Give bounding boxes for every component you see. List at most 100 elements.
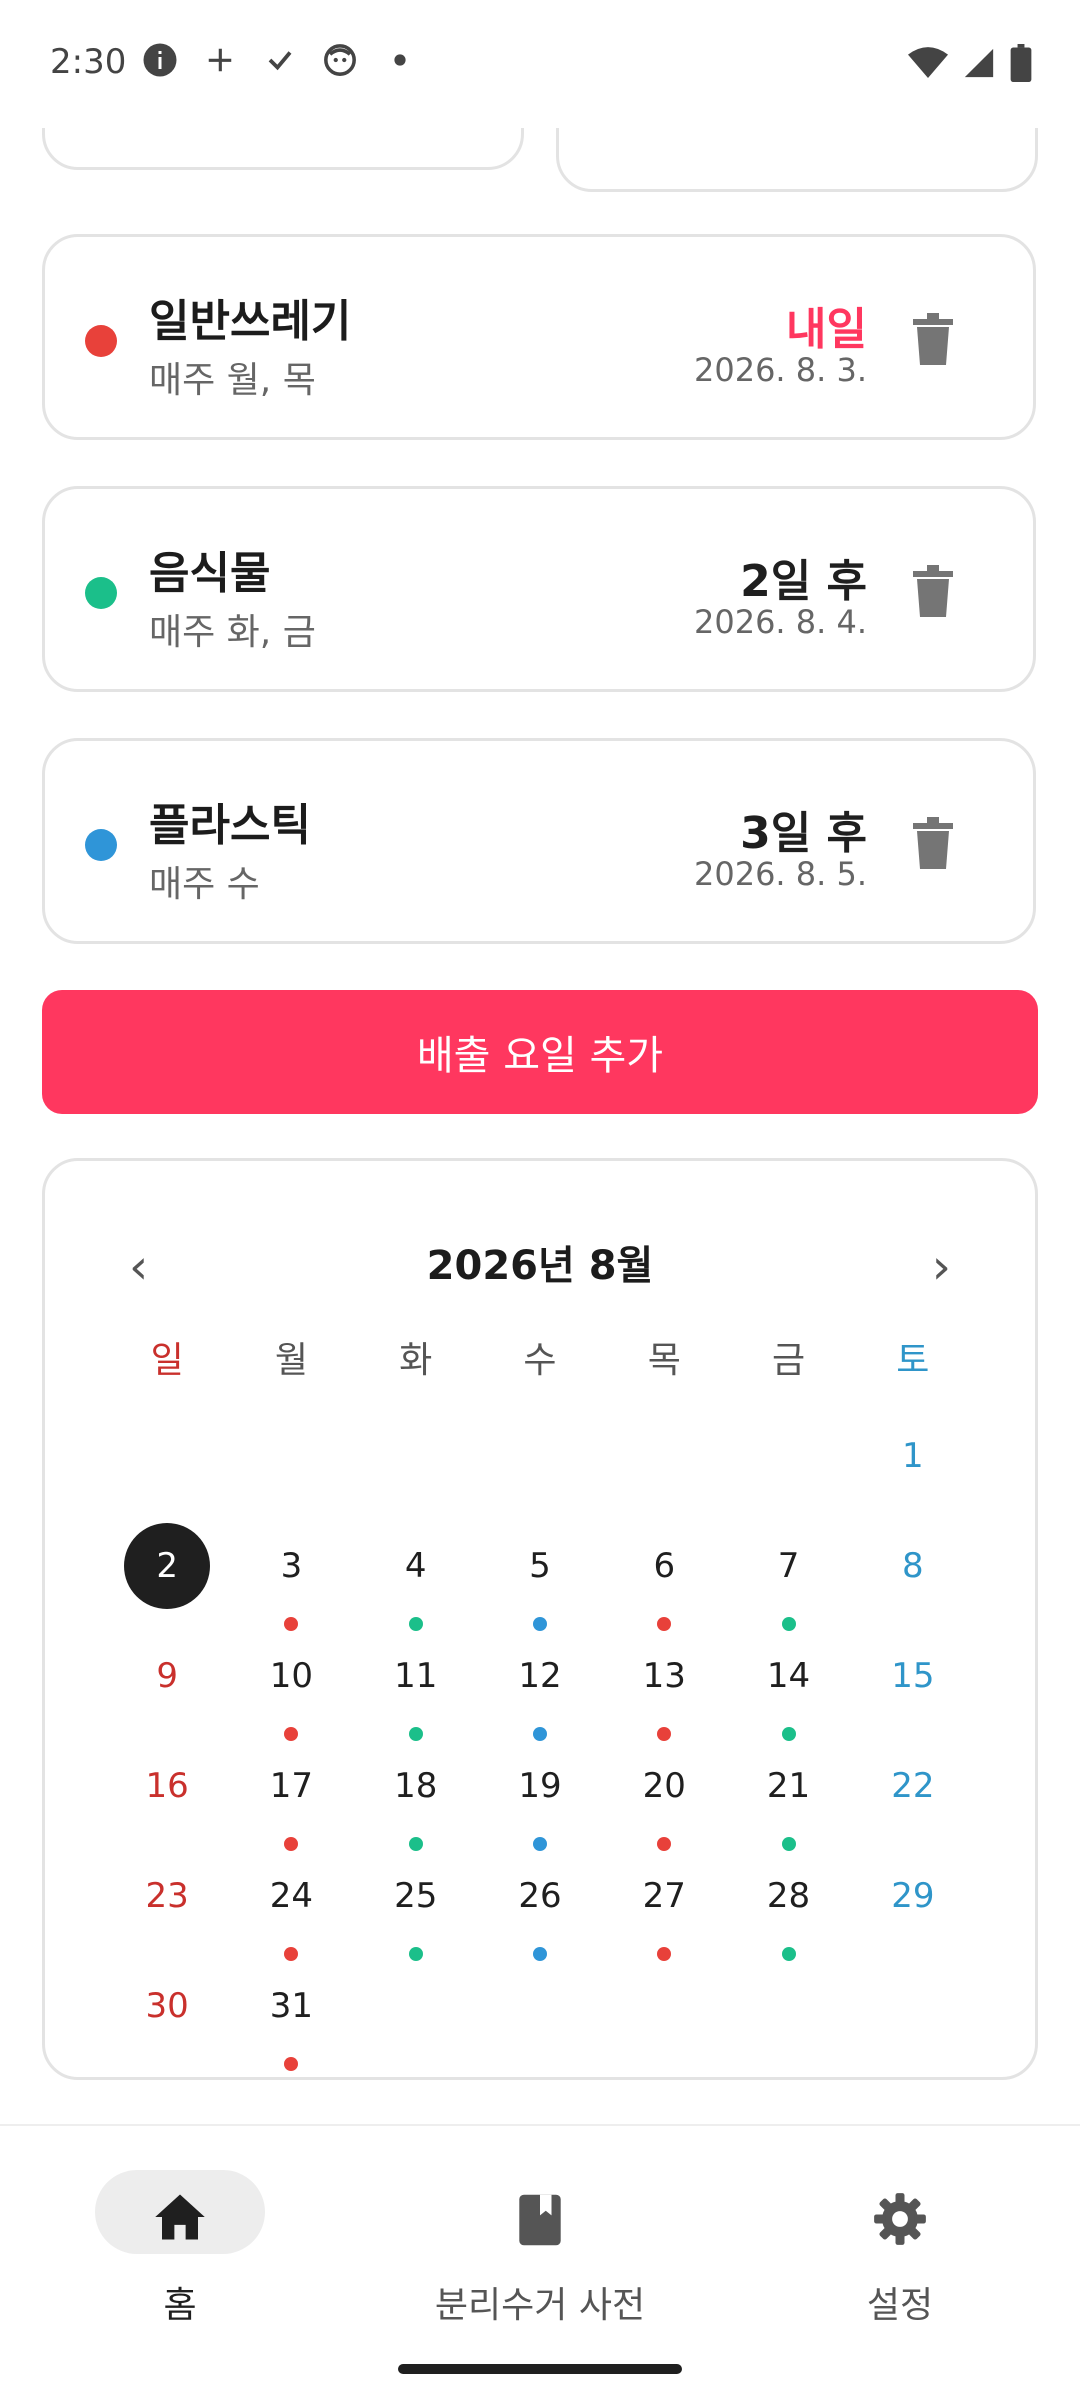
calendar-day[interactable]: 6 — [602, 1513, 726, 1631]
calendar-day[interactable]: 8 — [851, 1513, 975, 1623]
calendar-day[interactable]: 21 — [726, 1733, 850, 1851]
calendar-day-number: 31 — [269, 1986, 314, 2026]
calendar-day[interactable]: 19 — [478, 1733, 602, 1851]
schedule-due: 3일 후 — [740, 808, 867, 859]
calendar-day[interactable]: 4 — [354, 1513, 478, 1631]
calendar-day[interactable]: 10 — [229, 1623, 353, 1741]
signal-icon — [962, 46, 996, 84]
calendar-day[interactable]: 18 — [354, 1733, 478, 1851]
schedule-name: 음식물 — [149, 548, 271, 599]
collection-marker-dot — [408, 1947, 423, 1961]
calendar-day-number: 20 — [642, 1766, 686, 1806]
battery-icon — [1010, 44, 1032, 86]
calendar-day-number: 8 — [902, 1546, 924, 1586]
calendar-day[interactable]: 17 — [229, 1733, 353, 1851]
calendar-day-number: 4 — [404, 1546, 427, 1586]
calendar-empty-cell — [602, 1403, 726, 1513]
nav-settings-label: 설정 — [866, 2285, 934, 2326]
collection-marker-dot — [657, 1947, 672, 1961]
calendar-day-number: 24 — [269, 1876, 314, 1916]
calendar-day[interactable]: 25 — [354, 1843, 478, 1961]
calendar-day-number: 1 — [902, 1436, 924, 1476]
calendar-day-number: 22 — [891, 1766, 935, 1806]
trash-icon[interactable] — [913, 565, 953, 617]
calendar-day[interactable]: 31 — [229, 1953, 353, 2071]
calendar-day[interactable]: 27 — [602, 1843, 726, 1961]
calendar-day-number: 23 — [145, 1876, 189, 1916]
calendar-day-number: 13 — [642, 1656, 686, 1696]
schedule-name: 일반쓰레기 — [149, 296, 352, 347]
schedule-name: 플라스틱 — [149, 800, 311, 851]
calendar-day[interactable]: 30 — [105, 1953, 229, 2063]
calendar-day-number: 7 — [777, 1546, 800, 1586]
calendar-day-number: 16 — [145, 1766, 189, 1806]
category-color-dot — [85, 829, 117, 861]
calendar-empty-cell — [354, 1403, 478, 1513]
calendar-day-number: 21 — [766, 1766, 811, 1806]
schedule-days: 매주 월, 목 — [149, 360, 316, 401]
book-icon — [519, 2194, 561, 2246]
schedule-due: 2일 후 — [740, 556, 867, 607]
calendar: ‹ 2026년 8월 › 일 월 화 수 목 금 토 1 2 3 4 5 6 7 8 9 10 11… — [42, 1158, 1038, 2080]
nav-dictionary[interactable]: 분리수거 사전 — [360, 2146, 720, 2346]
status-bar: 2:30 — [0, 0, 1080, 130]
calendar-day-number: 27 — [642, 1876, 686, 1916]
schedule-due: 내일 — [786, 304, 867, 355]
calendar-day-number: 14 — [766, 1656, 811, 1696]
calendar-day-number: 10 — [269, 1656, 314, 1696]
calendar-day[interactable]: 24 — [229, 1843, 353, 1961]
calendar-day-number: 18 — [394, 1766, 438, 1806]
add-schedule-button[interactable]: 배출 요일 추가 — [42, 990, 1038, 1114]
weekday-header: 일 월 화 수 목 금 토 — [105, 1331, 975, 1383]
calendar-day[interactable]: 9 — [105, 1623, 229, 1733]
nav-home-label: 홈 — [163, 2285, 197, 2326]
calendar-day[interactable]: 28 — [726, 1843, 850, 1961]
calendar-day-number: 25 — [394, 1876, 438, 1916]
trash-icon[interactable] — [913, 817, 953, 869]
weekday-thu: 목 — [647, 1340, 681, 1381]
calendar-day[interactable]: 1 — [851, 1403, 975, 1513]
collection-marker-dot — [532, 1947, 547, 1961]
schedule-card-plastic[interactable]: 플라스틱 매주 수 3일 후 2026. 8. 5. — [42, 738, 1036, 944]
calendar-day[interactable]: 15 — [851, 1623, 975, 1733]
calendar-day[interactable]: 2 — [105, 1513, 229, 1623]
check-icon — [260, 40, 300, 80]
schedule-card-general[interactable]: 일반쓰레기 매주 월, 목 내일 2026. 8. 3. — [42, 234, 1036, 440]
calendar-empty-cell — [105, 1403, 229, 1513]
calendar-day[interactable]: 20 — [602, 1733, 726, 1851]
category-color-dot — [85, 577, 117, 609]
calendar-day-number: 29 — [891, 1876, 935, 1916]
calendar-day[interactable]: 5 — [478, 1513, 602, 1631]
trash-icon[interactable] — [913, 313, 953, 365]
calendar-day[interactable]: 23 — [105, 1843, 229, 1953]
calendar-day[interactable]: 14 — [726, 1623, 850, 1741]
weekday-mon: 월 — [274, 1340, 308, 1381]
plus-icon — [200, 40, 240, 80]
schedule-date: 2026. 8. 3. — [693, 351, 867, 389]
home-gesture-bar[interactable] — [398, 2364, 682, 2374]
schedule-date: 2026. 8. 5. — [693, 855, 867, 893]
calendar-day-number: 12 — [518, 1656, 562, 1696]
weekday-tue: 화 — [399, 1340, 433, 1381]
calendar-day[interactable]: 12 — [478, 1623, 602, 1741]
calendar-day[interactable]: 7 — [726, 1513, 850, 1631]
notification-icons — [140, 40, 420, 80]
calendar-day[interactable]: 3 — [229, 1513, 353, 1631]
schedule-card-food[interactable]: 음식물 매주 화, 금 2일 후 2026. 8. 4. — [42, 486, 1036, 692]
calendar-day-number: 15 — [891, 1656, 935, 1696]
calendar-day[interactable]: 29 — [851, 1843, 975, 1953]
calendar-empty-cell — [478, 1403, 602, 1513]
system-icons — [908, 44, 1032, 86]
calendar-day[interactable]: 13 — [602, 1623, 726, 1741]
calendar-day[interactable]: 26 — [478, 1843, 602, 1961]
calendar-day[interactable]: 16 — [105, 1733, 229, 1843]
calendar-empty-cell — [726, 1403, 850, 1513]
schedule-date: 2026. 8. 4. — [693, 603, 867, 641]
calendar-day[interactable]: 22 — [851, 1733, 975, 1843]
nav-home[interactable]: 홈 — [0, 2146, 360, 2346]
nav-settings[interactable]: 설정 — [720, 2146, 1080, 2346]
calendar-day[interactable]: 11 — [354, 1623, 478, 1741]
calendar-day-number: 3 — [280, 1546, 303, 1586]
home-icon — [155, 2194, 205, 2240]
next-month-button[interactable]: › — [932, 1239, 951, 1295]
